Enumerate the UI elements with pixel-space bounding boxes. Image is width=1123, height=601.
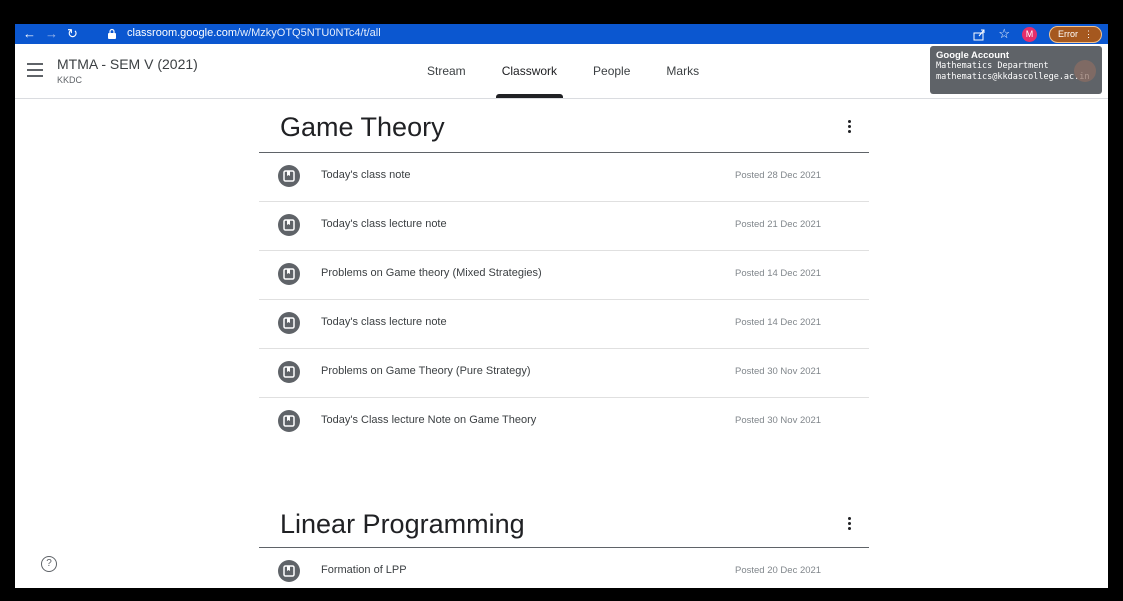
class-tabs: Stream Classwork People Marks (409, 44, 717, 98)
tab-stream[interactable]: Stream (409, 44, 484, 98)
material-icon (278, 263, 300, 285)
tab-people[interactable]: People (575, 44, 648, 98)
material-icon (278, 165, 300, 187)
list-item[interactable]: Today's Class lecture Note on Game Theor… (259, 398, 869, 446)
material-icon (278, 410, 300, 432)
error-label: Error (1058, 29, 1078, 39)
address-bar[interactable]: classroom.google.com/w/MzkyOTQ5NTU0NTc4/… (127, 27, 381, 39)
help-icon[interactable]: ? (41, 556, 57, 572)
material-icon (278, 214, 300, 236)
item-date: Posted 14 Dec 2021 (735, 268, 822, 279)
forward-arrow-icon[interactable]: → (45, 26, 58, 42)
more-vert-icon[interactable] (848, 517, 851, 532)
more-vert-icon[interactable] (848, 120, 851, 135)
class-name[interactable]: MTMA - SEM V (2021) (57, 56, 198, 72)
topic-title: Game Theory (280, 112, 445, 142)
material-icon (278, 361, 300, 383)
share-icon[interactable] (973, 28, 986, 41)
topic-title: Linear Programming (280, 509, 525, 539)
item-date: Posted 28 Dec 2021 (735, 170, 822, 181)
back-arrow-icon[interactable]: ← (23, 26, 36, 42)
list-item[interactable]: Today's class note Posted 28 Dec 2021 (259, 153, 869, 202)
account-avatar[interactable] (1074, 60, 1096, 82)
list-item[interactable]: Today's class lecture note Posted 14 Dec… (259, 300, 869, 349)
list-item[interactable]: Formation of LPP Posted 20 Dec 2021 (259, 548, 869, 588)
tooltip-title: Google Account (936, 50, 1010, 61)
class-section: KKDC (57, 75, 83, 85)
google-account-tooltip: Google Account Mathematics Department ma… (930, 46, 1102, 94)
browser-toolbar: ← → ↻ classroom.google.com/w/MzkyOTQ5NTU… (15, 24, 1108, 44)
reload-icon[interactable]: ↻ (67, 26, 78, 42)
item-date: Posted 20 Dec 2021 (735, 565, 822, 576)
item-title: Formation of LPP (321, 564, 407, 576)
url-path: /w/MzkyOTQ5NTU0NTc4/t/all (237, 27, 381, 39)
item-date: Posted 14 Dec 2021 (735, 317, 822, 328)
lock-icon (108, 28, 116, 39)
classwork-list: Game Theory Today's class note Posted 28… (259, 99, 869, 588)
item-title: Problems on Game theory (Mixed Strategie… (321, 267, 542, 279)
tab-marks[interactable]: Marks (648, 44, 717, 98)
bookmark-star-icon[interactable]: ☆ (998, 26, 1010, 42)
tooltip-email: mathematics@kkdascollege.ac.in (936, 72, 1090, 82)
item-date: Posted 30 Nov 2021 (735, 366, 822, 377)
list-item[interactable]: Problems on Game Theory (Pure Strategy) … (259, 349, 869, 398)
item-date: Posted 30 Nov 2021 (735, 415, 822, 426)
browser-actions: ☆ M Error ⋮ (973, 25, 1102, 43)
error-button[interactable]: Error ⋮ (1049, 25, 1102, 43)
item-title: Today's class lecture note (321, 316, 447, 328)
tab-classwork[interactable]: Classwork (484, 44, 575, 98)
item-date: Posted 21 Dec 2021 (735, 219, 822, 230)
topic-spacer (259, 446, 869, 506)
list-item[interactable]: Problems on Game theory (Mixed Strategie… (259, 251, 869, 300)
item-title: Today's class note (321, 169, 411, 181)
item-title: Today's class lecture note (321, 218, 447, 230)
menu-icon[interactable] (27, 63, 43, 81)
url-host: classroom.google.com (127, 27, 238, 39)
item-title: Problems on Game Theory (Pure Strategy) (321, 365, 531, 377)
topic-header: Game Theory (259, 99, 869, 153)
item-title: Today's Class lecture Note on Game Theor… (321, 414, 537, 426)
material-icon (278, 560, 300, 582)
list-item[interactable]: Today's class lecture note Posted 21 Dec… (259, 202, 869, 251)
browser-window: ← → ↻ classroom.google.com/w/MzkyOTQ5NTU… (15, 24, 1108, 588)
material-icon (278, 312, 300, 334)
profile-avatar[interactable]: M (1022, 26, 1037, 42)
tooltip-name: Mathematics Department (936, 61, 1049, 71)
topic-header: Linear Programming (259, 506, 869, 548)
more-vert-icon: ⋮ (1084, 28, 1093, 39)
